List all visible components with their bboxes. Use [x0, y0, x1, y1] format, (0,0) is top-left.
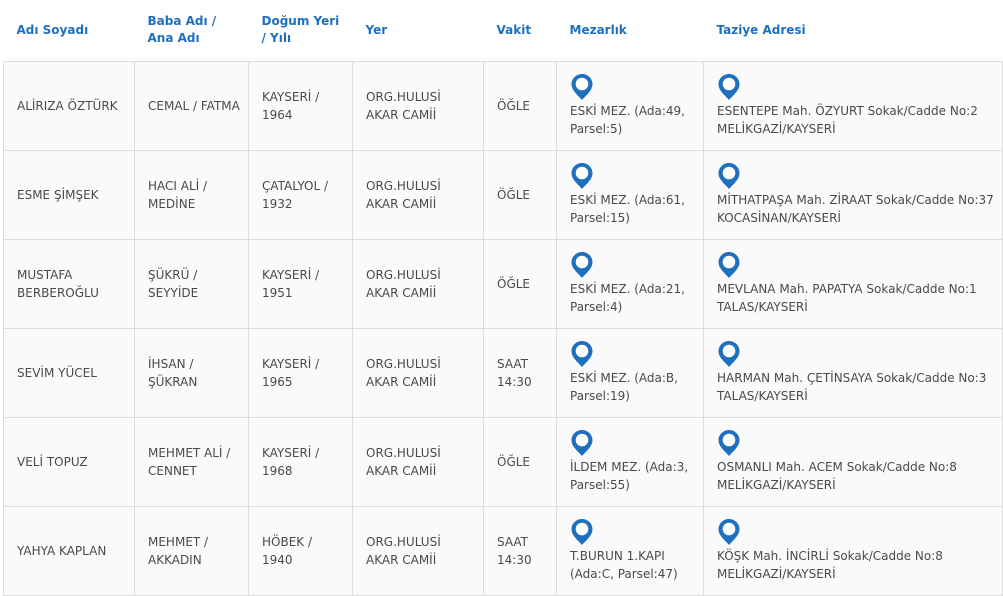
map-pin-icon[interactable]	[717, 340, 741, 368]
table-row: YAHYA KAPLAN MEHMET / AKKADIN HÖBEK / 19…	[3, 505, 1003, 596]
funeral-place: ORG.HULUSİ AKAR CAMİİ	[352, 327, 484, 418]
cemetery-cell: T.BURUN 1.KAPI (Ada:C, Parsel:47)	[556, 505, 704, 596]
parents-names: HACI ALİ / MEDİNE	[134, 149, 249, 240]
table-row: SEVİM YÜCEL İHSAN / ŞÜKRAN KAYSERİ / 196…	[3, 327, 1003, 418]
header-place: Yer	[365, 22, 388, 37]
table-row: ESME ŞİMŞEK HACI ALİ / MEDİNE ÇATALYOL /…	[3, 149, 1003, 240]
header-birth: Doğum Yeri / Yılı	[261, 14, 340, 46]
cemetery-text: T.BURUN 1.KAPI (Ada:C, Parsel:47)	[570, 549, 678, 581]
cemetery-cell: ESKİ MEZ. (Ada:21, Parsel:4)	[556, 238, 704, 329]
parents-names: ŞÜKRÜ / SEYYİDE	[134, 238, 249, 329]
map-pin-icon[interactable]	[570, 340, 594, 368]
deceased-name: VELİ TOPUZ	[3, 416, 135, 507]
birth-place-year: KAYSERİ / 1951	[248, 238, 353, 329]
deceased-name: ESME ŞİMŞEK	[3, 149, 135, 240]
deceased-name: MUSTAFA BERBEROĞLU	[3, 238, 135, 329]
address-text: ESENTEPE Mah. ÖZYURT Sokak/Cadde No:2 ME…	[717, 104, 978, 136]
map-pin-icon[interactable]	[717, 73, 741, 101]
funeral-list-table: Adı Soyadı Baba Adı / Ana Adı Doğum Yeri…	[3, 0, 1003, 596]
address-text: MİTHATPAŞA Mah. ZİRAAT Sokak/Cadde No:37…	[717, 193, 994, 225]
funeral-time: ÖĞLE	[483, 416, 557, 507]
funeral-time: SAAT 14:30	[483, 505, 557, 596]
funeral-time: ÖĞLE	[483, 238, 557, 329]
birth-place-year: KAYSERİ / 1964	[248, 60, 353, 151]
cemetery-cell: ESKİ MEZ. (Ada:49, Parsel:5)	[556, 60, 704, 151]
address-cell: HARMAN Mah. ÇETİNSAYA Sokak/Cadde No:3 T…	[703, 327, 1003, 418]
funeral-place: ORG.HULUSİ AKAR CAMİİ	[352, 238, 484, 329]
funeral-place: ORG.HULUSİ AKAR CAMİİ	[352, 149, 484, 240]
map-pin-icon[interactable]	[570, 73, 594, 101]
cemetery-text: İLDEM MEZ. (Ada:3, Parsel:55)	[570, 460, 689, 492]
address-text: OSMANLI Mah. ACEM Sokak/Cadde No:8 MELİK…	[717, 460, 957, 492]
parents-names: İHSAN / ŞÜKRAN	[134, 327, 249, 418]
address-cell: KÖŞK Mah. İNCİRLİ Sokak/Cadde No:8 MELİK…	[703, 505, 1003, 596]
parents-names: MEHMET ALİ / CENNET	[134, 416, 249, 507]
cemetery-text: ESKİ MEZ. (Ada:B, Parsel:19)	[570, 371, 678, 403]
header-name: Adı Soyadı	[16, 22, 89, 37]
map-pin-icon[interactable]	[717, 518, 741, 546]
cemetery-text: ESKİ MEZ. (Ada:21, Parsel:4)	[570, 282, 685, 314]
map-pin-icon[interactable]	[570, 251, 594, 279]
header-cemetery: Mezarlık	[569, 22, 627, 37]
map-pin-icon[interactable]	[717, 162, 741, 190]
map-pin-icon[interactable]	[570, 429, 594, 457]
cemetery-text: ESKİ MEZ. (Ada:49, Parsel:5)	[570, 104, 685, 136]
address-cell: MİTHATPAŞA Mah. ZİRAAT Sokak/Cadde No:37…	[703, 149, 1003, 240]
address-text: HARMAN Mah. ÇETİNSAYA Sokak/Cadde No:3 T…	[717, 371, 987, 403]
deceased-name: YAHYA KAPLAN	[3, 505, 135, 596]
funeral-place: ORG.HULUSİ AKAR CAMİİ	[352, 416, 484, 507]
cemetery-cell: İLDEM MEZ. (Ada:3, Parsel:55)	[556, 416, 704, 507]
birth-place-year: KAYSERİ / 1968	[248, 416, 353, 507]
table-header: Adı Soyadı Baba Adı / Ana Adı Doğum Yeri…	[4, 0, 1003, 61]
header-time: Vakit	[496, 22, 532, 37]
address-cell: OSMANLI Mah. ACEM Sokak/Cadde No:8 MELİK…	[703, 416, 1003, 507]
birth-place-year: KAYSERİ / 1965	[248, 327, 353, 418]
cemetery-text: ESKİ MEZ. (Ada:61, Parsel:15)	[570, 193, 685, 225]
funeral-place: ORG.HULUSİ AKAR CAMİİ	[352, 60, 484, 151]
funeral-place: ORG.HULUSİ AKAR CAMİİ	[352, 505, 484, 596]
table-body: ALİRIZA ÖZTÜRK CEMAL / FATMA KAYSERİ / 1…	[3, 60, 1003, 596]
cemetery-cell: ESKİ MEZ. (Ada:B, Parsel:19)	[556, 327, 704, 418]
map-pin-icon[interactable]	[570, 162, 594, 190]
parents-names: MEHMET / AKKADIN	[134, 505, 249, 596]
table-row: MUSTAFA BERBEROĞLU ŞÜKRÜ / SEYYİDE KAYSE…	[3, 238, 1003, 329]
map-pin-icon[interactable]	[570, 518, 594, 546]
table-row: ALİRIZA ÖZTÜRK CEMAL / FATMA KAYSERİ / 1…	[3, 60, 1003, 151]
header-parents: Baba Adı / Ana Adı	[147, 14, 217, 46]
table-row: VELİ TOPUZ MEHMET ALİ / CENNET KAYSERİ /…	[3, 416, 1003, 507]
address-text: KÖŞK Mah. İNCİRLİ Sokak/Cadde No:8 MELİK…	[717, 549, 943, 581]
cemetery-cell: ESKİ MEZ. (Ada:61, Parsel:15)	[556, 149, 704, 240]
address-cell: ESENTEPE Mah. ÖZYURT Sokak/Cadde No:2 ME…	[703, 60, 1003, 151]
deceased-name: ALİRIZA ÖZTÜRK	[3, 60, 135, 151]
header-address: Taziye Adresi	[716, 22, 806, 37]
birth-place-year: HÖBEK / 1940	[248, 505, 353, 596]
map-pin-icon[interactable]	[717, 429, 741, 457]
funeral-time: ÖĞLE	[483, 149, 557, 240]
funeral-time: ÖĞLE	[483, 60, 557, 151]
address-cell: MEVLANA Mah. PAPATYA Sokak/Cadde No:1 TA…	[703, 238, 1003, 329]
map-pin-icon[interactable]	[717, 251, 741, 279]
parents-names: CEMAL / FATMA	[134, 60, 249, 151]
birth-place-year: ÇATALYOL / 1932	[248, 149, 353, 240]
address-text: MEVLANA Mah. PAPATYA Sokak/Cadde No:1 TA…	[717, 282, 977, 314]
funeral-time: SAAT 14:30	[483, 327, 557, 418]
deceased-name: SEVİM YÜCEL	[3, 327, 135, 418]
